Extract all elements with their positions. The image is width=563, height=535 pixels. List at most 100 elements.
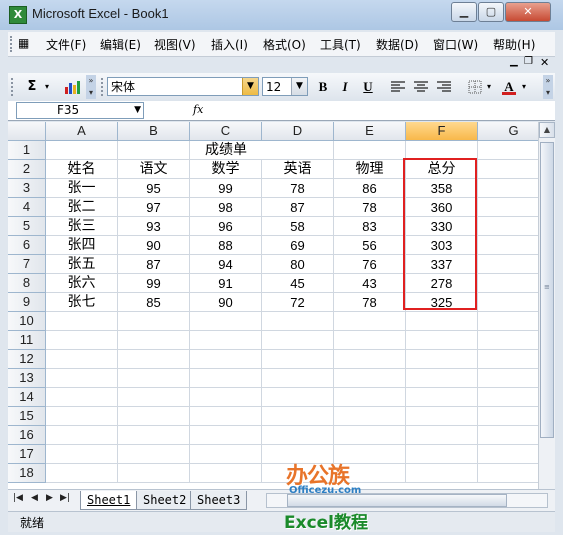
close-button[interactable]: ✕ [505, 2, 551, 22]
scroll-thumb[interactable]: ≡ [540, 142, 554, 438]
cell-d8[interactable]: 45 [262, 274, 334, 293]
cell-e10[interactable] [334, 312, 406, 331]
cell-d6[interactable]: 69 [262, 236, 334, 255]
cell-g11[interactable] [478, 331, 538, 350]
last-sheet-icon[interactable]: ▶| [60, 493, 70, 503]
column-header-b[interactable]: B [118, 122, 190, 141]
align-center-icon[interactable] [411, 77, 431, 97]
cell-b14[interactable] [118, 388, 190, 407]
cell-c7[interactable]: 94 [190, 255, 262, 274]
cell-f7[interactable]: 337 [406, 255, 478, 274]
cell-e5[interactable]: 83 [334, 217, 406, 236]
font-name-dropdown-icon[interactable]: ▼ [242, 78, 258, 95]
underline-button[interactable]: U [358, 77, 378, 97]
borders-icon[interactable] [466, 77, 484, 97]
cell-d11[interactable] [262, 331, 334, 350]
cell-f15[interactable] [406, 407, 478, 426]
cell-c14[interactable] [190, 388, 262, 407]
cell-d3[interactable]: 78 [262, 179, 334, 198]
cell-d16[interactable] [262, 426, 334, 445]
cell-a14[interactable] [46, 388, 118, 407]
column-header-f[interactable]: F [406, 122, 478, 141]
cell-c5[interactable]: 96 [190, 217, 262, 236]
row-header-17[interactable]: 17 [8, 445, 46, 464]
cell-g5[interactable] [478, 217, 538, 236]
toolbar-options-icon[interactable]: » ▾ [86, 75, 96, 99]
cell-g2[interactable] [478, 160, 538, 179]
row-header-18[interactable]: 18 [8, 464, 46, 483]
cell-f10[interactable] [406, 312, 478, 331]
cell-e8[interactable]: 43 [334, 274, 406, 293]
cell-g6[interactable] [478, 236, 538, 255]
cell-d12[interactable] [262, 350, 334, 369]
column-header-c[interactable]: C [190, 122, 262, 141]
cell-c6[interactable]: 88 [190, 236, 262, 255]
cell-e16[interactable] [334, 426, 406, 445]
cell-d9[interactable]: 72 [262, 293, 334, 312]
cell-g15[interactable] [478, 407, 538, 426]
row-header-16[interactable]: 16 [8, 426, 46, 445]
cell-b2[interactable]: 语文 [118, 160, 190, 179]
cell-a16[interactable] [46, 426, 118, 445]
cell-f17[interactable] [406, 445, 478, 464]
cell-e3[interactable]: 86 [334, 179, 406, 198]
cell-f13[interactable] [406, 369, 478, 388]
cell-b3[interactable]: 95 [118, 179, 190, 198]
cell-f5[interactable]: 330 [406, 217, 478, 236]
cell-g1[interactable] [478, 141, 538, 160]
menu-format[interactable]: 格式(O) [263, 36, 306, 53]
font-size-combo[interactable]: 12 ▼ [262, 77, 308, 96]
cell-a10[interactable] [46, 312, 118, 331]
cell-b8[interactable]: 99 [118, 274, 190, 293]
cell-a15[interactable] [46, 407, 118, 426]
font-color-dropdown-icon[interactable]: ▾ [519, 77, 529, 97]
row-header-15[interactable]: 15 [8, 407, 46, 426]
row-header-4[interactable]: 4 [8, 198, 46, 217]
cell-e1[interactable] [334, 141, 406, 160]
cell-d1[interactable] [262, 141, 334, 160]
cell-a13[interactable] [46, 369, 118, 388]
cell-f14[interactable] [406, 388, 478, 407]
cell-e14[interactable] [334, 388, 406, 407]
cell-a18[interactable] [46, 464, 118, 483]
prev-sheet-icon[interactable]: ◀ [31, 493, 38, 503]
cell-a3[interactable]: 张一 [46, 179, 118, 198]
cell-f6[interactable]: 303 [406, 236, 478, 255]
autosum-dropdown-icon[interactable]: ▾ [42, 77, 52, 97]
sheet-tab-1[interactable]: Sheet1 [80, 491, 138, 510]
cell-f8[interactable]: 278 [406, 274, 478, 293]
menu-window[interactable]: 窗口(W) [433, 36, 478, 53]
font-size-dropdown-icon[interactable]: ▼ [291, 78, 307, 95]
cell-d10[interactable] [262, 312, 334, 331]
cell-d7[interactable]: 80 [262, 255, 334, 274]
menu-tools[interactable]: 工具(T) [320, 36, 361, 53]
cell-e11[interactable] [334, 331, 406, 350]
cell-g10[interactable] [478, 312, 538, 331]
cell-g4[interactable] [478, 198, 538, 217]
name-box-dropdown-icon[interactable]: ▼ [134, 103, 141, 118]
cell-f9[interactable]: 325 [406, 293, 478, 312]
row-header-2[interactable]: 2 [8, 160, 46, 179]
row-header-10[interactable]: 10 [8, 312, 46, 331]
bold-button[interactable]: B [313, 77, 333, 97]
cell-g7[interactable] [478, 255, 538, 274]
first-sheet-icon[interactable]: |◀ [13, 493, 23, 503]
cell-e2[interactable]: 物理 [334, 160, 406, 179]
cell-c18[interactable] [190, 464, 262, 483]
cell-e4[interactable]: 78 [334, 198, 406, 217]
vertical-scrollbar[interactable]: ▲ ≡ [538, 122, 555, 489]
cell-b5[interactable]: 93 [118, 217, 190, 236]
doc-restore-icon[interactable]: ❐ [524, 56, 533, 67]
italic-button[interactable]: I [335, 77, 355, 97]
cell-c12[interactable] [190, 350, 262, 369]
chart-wizard-icon[interactable] [60, 77, 86, 97]
row-header-13[interactable]: 13 [8, 369, 46, 388]
cell-g8[interactable] [478, 274, 538, 293]
cell-g14[interactable] [478, 388, 538, 407]
toolbar-grip-handle-2[interactable] [101, 78, 106, 96]
cell-e9[interactable]: 78 [334, 293, 406, 312]
menu-view[interactable]: 视图(V) [154, 36, 196, 53]
cell-g9[interactable] [478, 293, 538, 312]
name-box[interactable]: F35 ▼ [16, 102, 144, 119]
align-right-icon[interactable] [434, 77, 454, 97]
